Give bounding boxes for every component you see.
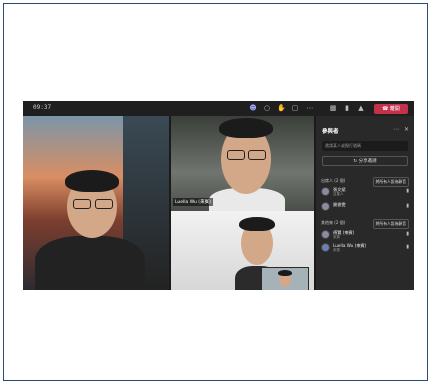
video-tile-1[interactable] [23, 116, 169, 290]
share-invite-button[interactable]: ↻ 分享邀請 [322, 156, 408, 166]
group-header-present[interactable]: 出席人 (2 個) [321, 178, 345, 184]
participant-row[interactable]: Luella Wu (來賓) 來賓 ▮ [321, 243, 409, 254]
glasses [248, 150, 266, 160]
mic-icon: ▮ [406, 203, 409, 209]
rooms-icon[interactable]: ▢ [291, 105, 299, 112]
phone-icon: ☎ [382, 106, 390, 112]
reactions-icon[interactable]: ✋ [277, 105, 286, 112]
glasses [95, 199, 113, 209]
mute-all-button[interactable]: 將所有人設為靜音 [372, 219, 409, 229]
person-hair [278, 270, 292, 276]
glasses [73, 199, 91, 209]
people-icon[interactable]: ☻ [249, 105, 257, 112]
video-name-label: Luella Wu (來賓) [173, 198, 213, 206]
avatar [321, 187, 330, 196]
meeting-toolbar: 09:37 ☻ ○ ✋ ▢ ⋯ ▩ ▮ ▲ ☎ 離開 [23, 101, 414, 116]
chat-icon[interactable]: ○ [263, 105, 271, 112]
more-icon[interactable]: ⋯ [393, 126, 399, 133]
person-hair [65, 170, 119, 192]
avatar [321, 230, 330, 239]
participant-role: 來賓 [333, 248, 340, 252]
person-body [35, 236, 145, 290]
person-hair [219, 118, 273, 138]
video-tile-2[interactable]: Luella Wu (來賓) [171, 116, 314, 211]
participant-row[interactable]: 謝俊雯 ▮ [321, 202, 409, 213]
mic-icon: ▮ [406, 188, 409, 194]
more-icon[interactable]: ⋯ [306, 105, 314, 112]
participants-panel: 參與者 ⋯ ✕ 邀請某人或撥打號碼 ↻ 分享邀請 出席人 (2 個) 將所有人設… [316, 116, 414, 290]
meeting-timer: 09:37 [33, 104, 52, 111]
mute-all-button[interactable]: 將所有人設為靜音 [372, 177, 409, 187]
leave-button[interactable]: ☎ 離開 [374, 104, 408, 114]
leave-label: 離開 [389, 106, 400, 112]
participant-name: 謝俊雯 [333, 202, 346, 207]
participant-role: 召集人 [333, 192, 344, 196]
person-hair [239, 217, 275, 231]
mic-icon: ▮ [406, 244, 409, 250]
teams-meeting-screenshot: 09:37 ☻ ○ ✋ ▢ ⋯ ▩ ▮ ▲ ☎ 離開 Luella Wu (來賓… [23, 101, 414, 290]
participant-row[interactable]: 張文斌 召集人 ▮ [321, 187, 409, 198]
avatar [321, 243, 330, 252]
close-icon[interactable]: ✕ [404, 126, 409, 133]
panel-title: 參與者 [322, 129, 339, 135]
mic-icon[interactable]: ▮ [343, 105, 351, 112]
participant-role: 來賓 [333, 235, 340, 239]
invite-search-input[interactable]: 邀請某人或撥打號碼 [322, 141, 408, 151]
share-invite-label: 分享邀請 [358, 159, 377, 164]
glasses [227, 150, 245, 160]
mic-icon: ▮ [406, 231, 409, 237]
self-preview-video[interactable] [261, 267, 309, 290]
participant-row[interactable]: 傅賢 (來賓) 來賓 ▮ [321, 230, 409, 241]
share-icon[interactable]: ▲ [357, 105, 365, 112]
camera-icon[interactable]: ▩ [329, 105, 337, 112]
avatar [321, 202, 330, 211]
group-header-others[interactable]: 其他來 (2 個) [321, 220, 345, 226]
